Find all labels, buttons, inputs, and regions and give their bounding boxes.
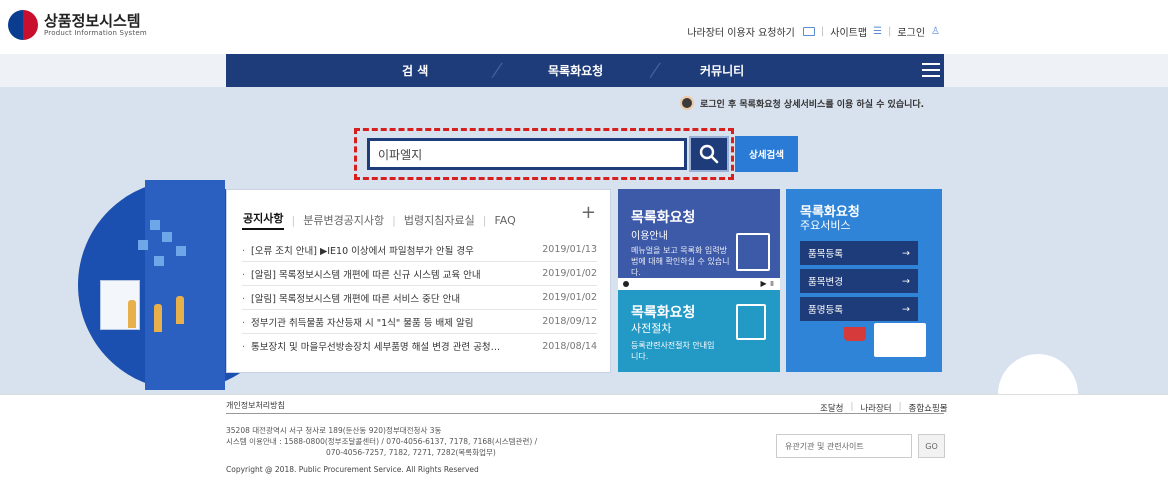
search-button[interactable] bbox=[689, 136, 729, 172]
login-link[interactable]: 로그인 bbox=[897, 24, 925, 39]
card-subtitle: 이용안내 bbox=[631, 231, 668, 242]
copyright: Copyright @ 2018. Public Procurement Ser… bbox=[226, 465, 479, 474]
footer-address: 35208 대전광역시 서구 청사로 189(둔산동 920)정부대전청사 3동 bbox=[226, 426, 442, 435]
login-notice: 로그인 후 목록화요청 상세서비스를 이용 하실 수 있습니다. bbox=[680, 96, 924, 110]
tab-law-guidelines[interactable]: 법령지침자료실 bbox=[403, 212, 476, 228]
tab-notice[interactable]: 공지사항 bbox=[242, 210, 285, 230]
checklist-icon bbox=[736, 304, 766, 340]
avatar-icon bbox=[680, 96, 694, 110]
go-button[interactable]: GO bbox=[918, 434, 945, 458]
notice-date: 2019/01/13 bbox=[542, 244, 597, 255]
nav-search[interactable]: 검 색 bbox=[402, 62, 428, 79]
basket-icon bbox=[844, 327, 866, 341]
cube-icon bbox=[150, 220, 160, 230]
user-icon: ♙ bbox=[931, 26, 940, 37]
related-sites-select[interactable]: 유관기관 및 관련사이트 bbox=[776, 434, 912, 458]
user-request-link[interactable]: 나라장터 이용자 요청하기 bbox=[687, 24, 795, 39]
tab-classification-change[interactable]: 분류변경공지사항 bbox=[302, 212, 385, 228]
notice-date: 2018/09/12 bbox=[542, 316, 597, 327]
card-description: 메뉴얼을 보고 목록화 입력방법에 대해 확인하실 수 있습니다. bbox=[631, 246, 730, 277]
main-services-card: 목록화요청 주요서비스 품목등록 → 품목변경 → 품명등록 → bbox=[786, 189, 942, 372]
person-figure bbox=[154, 304, 162, 332]
person-figure bbox=[128, 300, 136, 328]
search-input[interactable] bbox=[367, 138, 687, 170]
person-figure bbox=[176, 296, 184, 324]
arrow-right-icon: → bbox=[902, 247, 910, 259]
notice-tabs: 공지사항 | 분류변경공지사항 | 법령지침자료실 | FAQ bbox=[242, 210, 517, 230]
service-item-registration[interactable]: 품목등록 → bbox=[800, 241, 918, 265]
notice-title: 통보장치 및 마을무선방송장치 세부품명 해설 변경 관련 공청… bbox=[242, 339, 522, 353]
notice-title: 정부기관 취득물품 자산등재 시 "1식" 물품 등 배제 알림 bbox=[242, 315, 522, 329]
tab-faq[interactable]: FAQ bbox=[493, 214, 516, 227]
usage-guide-card[interactable]: 목록화요청 이용안내 메뉴얼을 보고 목록화 입력방법에 대해 확인하실 수 있… bbox=[618, 189, 780, 290]
notice-item[interactable]: [알림] 목록정보시스템 개편에 따른 서비스 중단 안내 2019/01/02 bbox=[242, 286, 597, 310]
utility-links: 나라장터 이용자 요청하기 | 사이트맵 ☰ | 로그인 ♙ bbox=[687, 24, 940, 39]
notice-item[interactable]: [오류 조치 안내] ▶IE10 이상에서 파일첨부가 안될 경우 2019/01… bbox=[242, 238, 597, 262]
notice-panel: 공지사항 | 분류변경공지사항 | 법령지침자료실 | FAQ + [오류 조치… bbox=[226, 189, 611, 373]
cube-icon bbox=[138, 240, 148, 250]
logo-title: 상품정보시스템 bbox=[44, 12, 141, 30]
list-icon: ☰ bbox=[873, 26, 883, 37]
notice-item[interactable]: 통보장치 및 마을무선방송장치 세부품명 해설 변경 관련 공청… 2018/08… bbox=[242, 334, 597, 358]
pre-procedure-card[interactable]: 목록화요청 사전절차 등록관련사전절차 안내입니다. bbox=[618, 290, 780, 372]
privacy-policy-link[interactable]: 개인정보처리방침 bbox=[226, 400, 285, 411]
notice-title: [알림] 목록정보시스템 개편에 따른 서비스 중단 안내 bbox=[242, 291, 522, 305]
service-item-name-registration[interactable]: 품명등록 → bbox=[800, 297, 918, 321]
cube-icon bbox=[162, 232, 172, 242]
clipboard-icon bbox=[736, 233, 770, 271]
notice-date: 2018/08/14 bbox=[542, 340, 597, 352]
search-icon bbox=[699, 144, 719, 164]
nav-catalog-request[interactable]: 목록화요청 bbox=[548, 62, 603, 79]
footer-contact-2: 070-4056-7257, 7182, 7271, 7282(목록화업무) bbox=[326, 448, 496, 457]
illustration-shade bbox=[145, 180, 225, 390]
slide-indicator[interactable] bbox=[623, 281, 629, 287]
slide-controls: ▶ ॥ bbox=[618, 278, 780, 290]
taegeuk-logo-icon bbox=[8, 10, 38, 40]
arrow-right-icon: → bbox=[902, 275, 910, 287]
footer: 개인정보처리방침 조달청 | 나라장터 | 종합쇼핑몰 35208 대전광역시 … bbox=[0, 394, 1168, 501]
notice-title: [알림] 목록정보시스템 개편에 따른 신규 시스템 교육 안내 bbox=[242, 267, 522, 281]
nav-side-right bbox=[944, 54, 1168, 87]
nav-side-left bbox=[0, 54, 226, 87]
more-button[interactable]: + bbox=[581, 202, 596, 223]
notice-date: 2019/01/02 bbox=[542, 268, 597, 279]
notice-title: [오류 조치 안내] ▶IE10 이상에서 파일첨부가 안될 경우 bbox=[242, 243, 522, 257]
nav-community[interactable]: 커뮤니티 bbox=[700, 62, 744, 79]
monitor-icon bbox=[802, 27, 815, 36]
card-title: 목록화요청 bbox=[631, 210, 696, 226]
main-nav: 검 색 / 목록화요청 / 커뮤니티 bbox=[226, 54, 944, 87]
login-notice-text: 로그인 후 목록화요청 상세서비스를 이용 하실 수 있습니다. bbox=[700, 99, 925, 110]
arrow-right-icon: → bbox=[902, 303, 910, 315]
sitemap-link[interactable]: 사이트맵 bbox=[830, 24, 867, 39]
detail-search-button[interactable]: 상세검색 bbox=[735, 136, 798, 172]
notice-list: [오류 조치 안내] ▶IE10 이상에서 파일첨부가 안될 경우 2019/01… bbox=[242, 238, 597, 358]
footer-divider bbox=[226, 413, 944, 414]
logo-subtitle: Product Information System bbox=[44, 29, 147, 37]
notice-date: 2019/01/02 bbox=[542, 292, 597, 303]
card-title: 목록화요청 bbox=[631, 305, 696, 321]
monitor-illustration bbox=[874, 323, 926, 357]
cube-icon bbox=[176, 246, 186, 256]
cube-icon bbox=[154, 256, 164, 266]
service-item-change[interactable]: 품목변경 → bbox=[800, 269, 918, 293]
card-description: 등록관련사전절차 안내입니다. bbox=[631, 341, 715, 361]
top-header: 상품정보시스템 Product Information System 나라장터 … bbox=[0, 0, 1168, 54]
menu-icon[interactable] bbox=[922, 63, 940, 77]
footer-contact: 시스템 이용안내 : 1588-0800(정부조달콜센터) / 070-4056… bbox=[226, 437, 538, 446]
card-subtitle: 사전절차 bbox=[631, 322, 672, 335]
site-logo[interactable]: 상품정보시스템 Product Information System bbox=[8, 10, 147, 40]
notice-item[interactable]: 정부기관 취득물품 자산등재 시 "1식" 물품 등 배제 알림 2018/09/… bbox=[242, 310, 597, 334]
play-pause-button[interactable]: ▶ ॥ bbox=[761, 278, 775, 289]
notice-item[interactable]: [알림] 목록정보시스템 개편에 따른 신규 시스템 교육 안내 2019/01/… bbox=[242, 262, 597, 286]
card-subtitle: 주요서비스 bbox=[800, 219, 851, 232]
